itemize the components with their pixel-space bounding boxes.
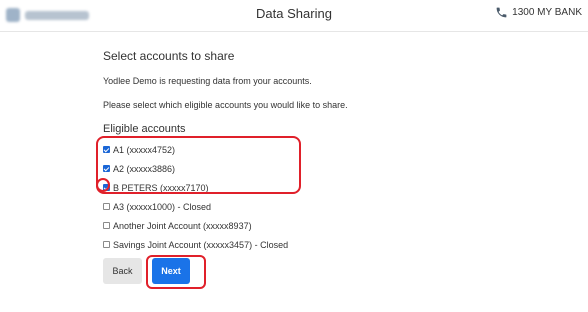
account-row[interactable]: A3 (xxxxx1000) - Closed xyxy=(103,197,288,216)
account-label: A3 (xxxxx1000) - Closed xyxy=(113,201,212,212)
account-label: Savings Joint Account (xxxxx3457) - Clos… xyxy=(113,239,289,250)
instruction-text: Please select which eligible accounts yo… xyxy=(103,100,348,110)
account-row[interactable]: B PETERS (xxxxx7170) xyxy=(103,178,288,197)
account-row[interactable]: A1 (xxxxx4752) xyxy=(103,140,288,159)
phone-icon xyxy=(495,6,508,19)
account-checkbox[interactable] xyxy=(103,241,110,248)
account-label: Another Joint Account (xxxxx8937) xyxy=(113,220,252,231)
header-bar: Data Sharing 1300 MY BANK xyxy=(0,0,588,32)
account-checkbox[interactable] xyxy=(103,184,110,191)
account-label: A2 (xxxxx3886) xyxy=(113,163,176,174)
next-button[interactable]: Next xyxy=(152,258,190,284)
account-row[interactable]: Another Joint Account (xxxxx8937) xyxy=(103,216,288,235)
account-row[interactable]: A2 (xxxxx3886) xyxy=(103,159,288,178)
account-row[interactable]: Savings Joint Account (xxxxx3457) - Clos… xyxy=(103,235,288,254)
account-checkbox[interactable] xyxy=(103,203,110,210)
account-checkbox[interactable] xyxy=(103,146,110,153)
phone-contact-link[interactable]: 1300 MY BANK xyxy=(495,6,582,19)
phone-number: 1300 MY BANK xyxy=(512,7,582,18)
account-list: A1 (xxxxx4752) A2 (xxxxx3886) B PETERS (… xyxy=(103,140,288,254)
account-label: B PETERS (xxxxx7170) xyxy=(113,182,209,193)
account-checkbox[interactable] xyxy=(103,165,110,172)
data-sharing-page: Data Sharing 1300 MY BANK Select account… xyxy=(0,0,588,312)
account-label: A1 (xxxxx4752) xyxy=(113,144,176,155)
eligible-accounts-label: Eligible accounts xyxy=(103,123,186,135)
request-text: Yodlee Demo is requesting data from your… xyxy=(103,76,312,86)
account-checkbox[interactable] xyxy=(103,222,110,229)
back-button[interactable]: Back xyxy=(103,258,142,284)
section-title: Select accounts to share xyxy=(103,49,235,63)
